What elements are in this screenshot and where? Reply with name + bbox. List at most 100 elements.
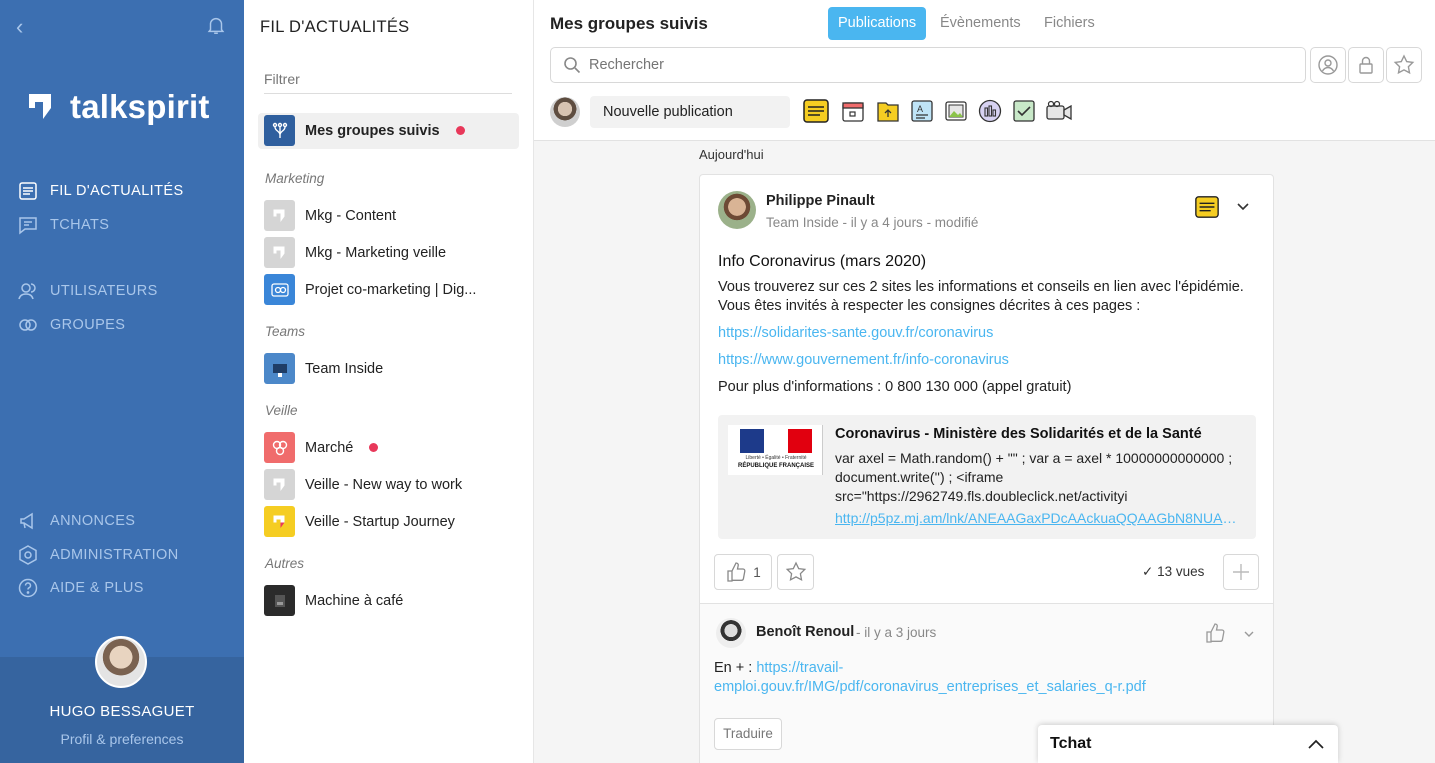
chat-panel-toggle[interactable]: Tchat: [1038, 725, 1338, 763]
filter-private-button[interactable]: [1348, 47, 1384, 83]
nav-item-news-feed[interactable]: FIL D'ACTUALITÉS: [18, 181, 184, 201]
video-camera-icon: [1046, 100, 1072, 121]
nav-item-administration[interactable]: ADMINISTRATION: [18, 545, 179, 565]
like-button[interactable]: 1: [714, 554, 772, 590]
unread-dot: [369, 443, 379, 452]
thumbs-up-icon[interactable]: [1204, 622, 1226, 644]
group-item-followed[interactable]: Mes groupes suivis: [264, 115, 465, 146]
chat-icon: [19, 217, 37, 235]
lock-icon: [1359, 56, 1373, 74]
publication-type-poll[interactable]: [976, 97, 1004, 125]
search-icon: [564, 57, 581, 74]
chevron-down-icon[interactable]: [1236, 199, 1250, 213]
group-item[interactable]: Team Inside: [264, 353, 383, 384]
post-author-avatar[interactable]: [718, 191, 756, 229]
group-followed-icon: [264, 115, 295, 146]
chevron-down-icon[interactable]: [1243, 628, 1255, 640]
view-count: ✓ 13 vues: [1142, 564, 1205, 579]
favorite-button[interactable]: [777, 554, 814, 590]
search-input[interactable]: [589, 57, 1269, 73]
group-item[interactable]: Veille - New way to work: [264, 469, 462, 500]
brand-logo[interactable]: talkspirit: [26, 88, 210, 126]
post-paragraph: Vous trouverez sur ces 2 sites les infor…: [718, 279, 1244, 314]
comment-author-name[interactable]: Benoît Renoul: [756, 624, 854, 640]
like-count: 1: [753, 564, 761, 580]
group-category-label: Marketing: [265, 171, 325, 186]
nav-item-label: ANNONCES: [50, 513, 136, 529]
nav-item-chats[interactable]: TCHATS: [18, 215, 109, 235]
tab-publications[interactable]: Publications: [828, 7, 927, 40]
publication-type-article[interactable]: A: [908, 97, 936, 125]
link-preview-url[interactable]: http://p5pz.mj.am/lnk/ANEAAGaxPDcAAckuaQ…: [835, 510, 1245, 526]
group-category-label: Teams: [265, 324, 306, 339]
link-preview[interactable]: Liberté • Égalité • Fraternité RÉPUBLIQU…: [718, 415, 1256, 539]
plus-icon: [1233, 564, 1249, 580]
group-item[interactable]: Mkg - Content: [264, 200, 396, 231]
comment-author-avatar[interactable]: [716, 618, 746, 648]
group-item-label: Machine à café: [305, 592, 404, 609]
profile-preferences-link[interactable]: Profil & preferences: [0, 731, 244, 747]
republique-francaise-logo: Liberté • Égalité • Fraternité RÉPUBLIQU…: [728, 425, 823, 475]
groups-panel: FIL D'ACTUALITÉS Mes groupes suivis Mark…: [244, 0, 534, 763]
post-author-name[interactable]: Philippe Pinault: [766, 193, 875, 209]
search-bar[interactable]: [550, 47, 1306, 83]
tab-files[interactable]: Fichiers: [1034, 7, 1105, 40]
publication-type-event[interactable]: [839, 97, 867, 125]
group-item-label: Veille - New way to work: [305, 476, 463, 493]
publication-type-file[interactable]: [874, 97, 902, 125]
group-image-icon: [264, 432, 295, 463]
star-icon: [1393, 54, 1415, 75]
chat-panel-title: Tchat: [1050, 735, 1092, 752]
back-chevron-icon[interactable]: ‹: [16, 14, 23, 40]
thumbs-up-icon: [727, 562, 746, 582]
nav-item-help[interactable]: AIDE & PLUS: [18, 578, 144, 598]
nav-item-label: AIDE & PLUS: [50, 580, 144, 596]
news-feed-icon: [19, 182, 37, 200]
add-button[interactable]: [1223, 554, 1259, 590]
chevron-up-icon: [1308, 739, 1324, 749]
nav-item-groups[interactable]: GROUPES: [18, 315, 125, 335]
group-image-icon: [264, 585, 295, 616]
group-item[interactable]: Projet co-marketing | Dig...: [264, 274, 476, 305]
post-paragraph: Pour plus d'informations : 0 800 130 000…: [718, 379, 1072, 395]
group-item-label: Mkg - Marketing veille: [305, 244, 447, 261]
user-circle-icon: [1318, 55, 1338, 75]
file-upload-icon: [877, 102, 899, 122]
translate-button[interactable]: Traduire: [714, 718, 782, 750]
groups-panel-title: FIL D'ACTUALITÉS: [260, 18, 410, 36]
users-icon: [18, 283, 36, 300]
user-avatar[interactable]: [95, 636, 147, 688]
group-default-icon: [264, 506, 295, 537]
publication-type-task[interactable]: [1010, 97, 1038, 125]
link-preview-title: Coronavirus - Ministère des Solidarités …: [835, 426, 1202, 442]
group-image-icon: [264, 274, 295, 305]
group-item[interactable]: Mkg - Marketing veille: [264, 237, 446, 268]
group-item[interactable]: Machine à café: [264, 585, 403, 616]
group-item[interactable]: Marché: [264, 432, 379, 463]
post-link[interactable]: https://www.gouvernement.fr/info-coronav…: [718, 351, 1263, 370]
star-icon: [785, 561, 806, 581]
nav-item-label: TCHATS: [50, 217, 110, 233]
nav-item-users[interactable]: UTILISATEURS: [18, 281, 158, 301]
publication-type-post[interactable]: [802, 97, 830, 125]
comment-link[interactable]: https://travail-emploi.gouv.fr/IMG/pdf/c…: [714, 660, 1146, 695]
post-title: Info Coronavirus (mars 2020): [718, 253, 927, 270]
publication-type-video[interactable]: [1045, 97, 1073, 125]
publication-type-image[interactable]: [942, 97, 970, 125]
brand-name: talkspirit: [70, 88, 210, 125]
group-item-label: Marché: [305, 439, 354, 456]
group-item[interactable]: Veille - Startup Journey: [264, 506, 455, 537]
nav-item-announcements[interactable]: ANNONCES: [18, 511, 135, 531]
groups-icon: [19, 319, 37, 331]
bell-icon[interactable]: [205, 14, 227, 36]
post-card: Philippe Pinault Team Inside - il y a 4 …: [699, 174, 1274, 763]
filter-user-button[interactable]: [1310, 47, 1346, 83]
new-post-button[interactable]: Nouvelle publication: [590, 96, 790, 128]
tab-events[interactable]: Évènements: [930, 7, 1031, 40]
calendar-icon: [842, 102, 864, 122]
feed-day-label: Aujourd'hui: [699, 147, 764, 162]
group-filter-input[interactable]: [264, 64, 512, 94]
post-link[interactable]: https://solidarites-sante.gouv.fr/corona…: [718, 324, 1263, 343]
filter-favorites-button[interactable]: [1386, 47, 1422, 83]
article-icon: A: [911, 100, 933, 122]
